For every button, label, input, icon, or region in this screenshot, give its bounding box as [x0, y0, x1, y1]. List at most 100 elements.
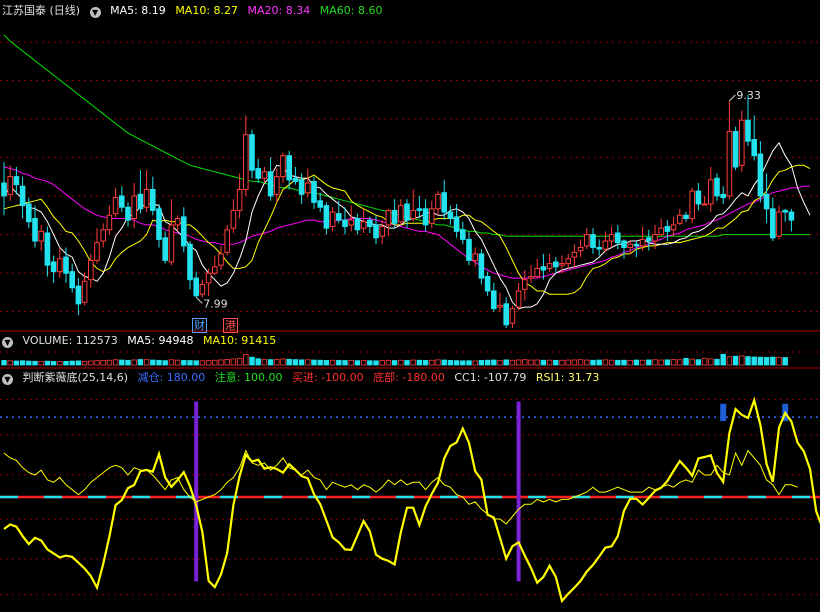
candle-body — [26, 203, 32, 223]
volume-bar — [664, 359, 671, 366]
volume-bar — [695, 359, 702, 366]
volume-bar — [143, 359, 150, 366]
volume-panel-header: ▼ VOLUME: 112573 MA5: 94948 MA10: 91415 — [2, 333, 282, 349]
volume-value: VOLUME: 112573 — [22, 334, 118, 347]
volume-bar — [652, 359, 658, 366]
volume-bar — [590, 359, 596, 366]
volume-bar — [379, 360, 385, 366]
candle-body — [112, 197, 119, 215]
volume-bar — [125, 359, 131, 366]
volume-bar — [522, 359, 528, 366]
volume-bar — [751, 356, 757, 366]
volume-bar — [770, 356, 776, 366]
volume-bar — [329, 359, 336, 366]
candle-body — [776, 211, 782, 237]
ma60-value: MA60: 8.60 — [319, 4, 383, 17]
candle-body — [602, 240, 609, 250]
volume-bar — [224, 359, 230, 366]
volume-bar — [441, 359, 447, 366]
candle-body — [404, 203, 410, 221]
volume-bar — [534, 359, 540, 366]
candle-body — [720, 193, 727, 199]
candle-body — [714, 177, 720, 197]
ma10-line — [3, 164, 811, 295]
candle-body — [739, 119, 745, 166]
hk-connect-marker[interactable]: 港 — [223, 318, 238, 333]
volume-bar — [646, 359, 652, 366]
candle-body — [708, 179, 714, 205]
candle-body — [261, 171, 268, 179]
candle-body — [280, 155, 286, 178]
volume-bar — [32, 360, 38, 366]
candle-body — [125, 206, 131, 221]
volume-bar — [732, 355, 739, 366]
candle-body — [274, 176, 280, 195]
volume-bar — [249, 356, 255, 366]
volume-bar — [292, 359, 299, 366]
volume-bar — [342, 360, 348, 366]
candle-body — [44, 232, 51, 266]
volume-bar — [236, 357, 243, 366]
candle-body — [199, 284, 206, 295]
volume-bar — [633, 359, 640, 366]
candle-body — [131, 195, 137, 219]
volume-bar — [44, 360, 51, 366]
settings-icon[interactable]: ▼ — [89, 7, 101, 18]
candle-body — [32, 217, 38, 242]
candle-body — [422, 208, 429, 226]
volume-bar — [50, 361, 57, 366]
candle-body — [348, 219, 354, 226]
cc1-line — [3, 396, 820, 604]
ma10-value: MA10: 8.27 — [175, 4, 239, 17]
volume-ma10-value: MA10: 91415 — [202, 334, 277, 347]
candle-body — [596, 246, 603, 250]
volume-bar — [168, 359, 175, 366]
candle-body — [652, 234, 658, 242]
rsi1-value: RSI1: 31.73 — [535, 371, 600, 384]
volume-bar — [460, 360, 466, 366]
volume-bar — [311, 359, 317, 366]
volume-settings-icon[interactable]: ▼ — [2, 337, 13, 348]
candle-body — [621, 240, 627, 248]
volume-bar — [38, 360, 44, 366]
candle-body — [38, 230, 45, 242]
candle-body — [732, 131, 739, 168]
jiancang-value: 减仓: 180.00 — [137, 371, 206, 384]
volume-bar — [75, 360, 82, 366]
volume-bar — [205, 360, 212, 366]
volume-bar — [509, 359, 516, 366]
volume-bar — [323, 360, 330, 366]
volume-bar — [670, 359, 677, 366]
volume-bar — [447, 360, 454, 366]
candle-body — [298, 179, 305, 195]
zhuyi-value: 注意: 100.00 — [214, 371, 283, 384]
volume-bar — [503, 359, 509, 366]
bottom-signal-bar — [194, 401, 199, 582]
volume-bar — [317, 359, 323, 366]
financial-report-marker[interactable]: 财 — [192, 318, 207, 333]
volume-bar — [305, 359, 311, 366]
candle-body — [565, 258, 572, 265]
volume-bar — [162, 360, 168, 366]
candle-body — [292, 177, 299, 182]
candle-body — [286, 155, 292, 181]
volume-bar — [658, 359, 664, 366]
candle-body — [503, 303, 509, 326]
candle-body — [367, 219, 373, 228]
indicator-settings-icon[interactable]: ▼ — [2, 374, 13, 385]
candle-body — [7, 176, 13, 195]
volume-bar — [199, 360, 206, 366]
volume-bar — [131, 359, 137, 366]
candle-body — [156, 208, 162, 240]
volume-bar — [416, 359, 423, 366]
candle-body — [119, 195, 125, 208]
candle-body — [571, 251, 578, 258]
candle-body — [646, 237, 652, 242]
candle-body — [75, 285, 82, 305]
volume-bar — [354, 360, 361, 366]
candle-body — [745, 119, 751, 142]
candle-body — [683, 214, 689, 219]
volume-bar — [546, 359, 553, 366]
candle-body — [515, 290, 522, 308]
low-price-label: 7.99 — [203, 297, 228, 310]
